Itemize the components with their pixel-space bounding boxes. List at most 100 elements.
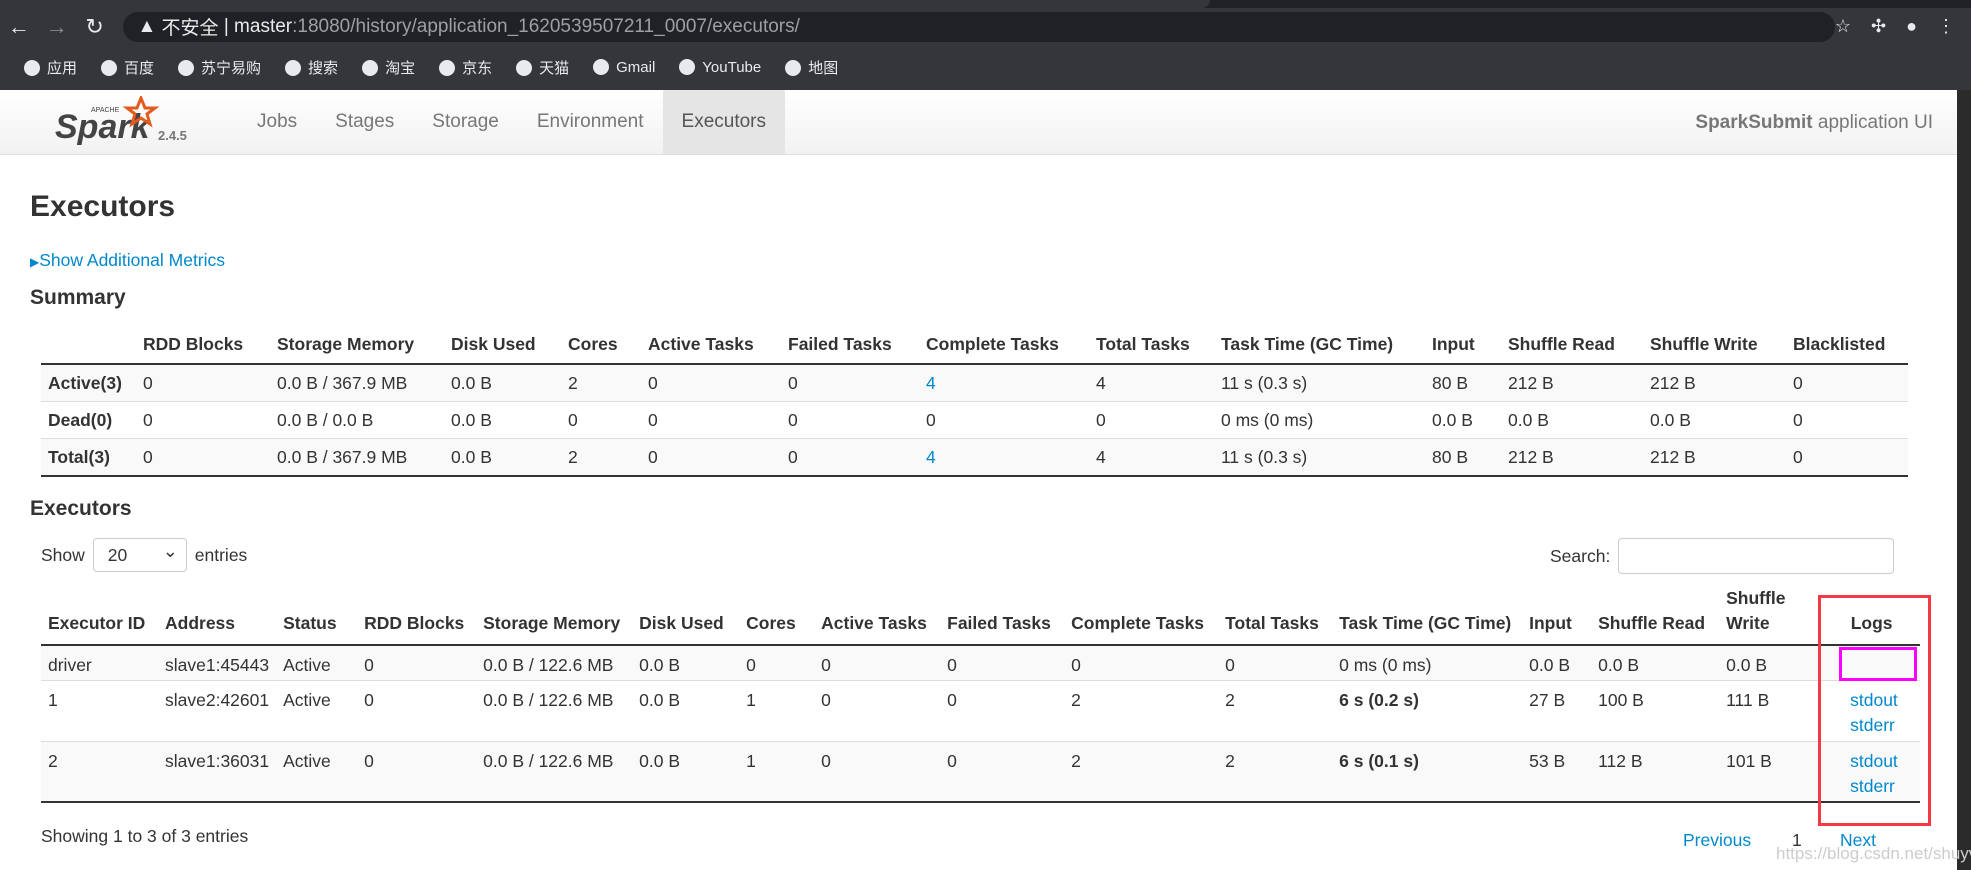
column-header[interactable]: Active Tasks (814, 586, 941, 646)
star-icon[interactable]: ☆ (1835, 16, 1851, 37)
show-additional-metrics-link[interactable]: ▶Show Additional Metrics (30, 250, 225, 271)
summary-header-row: RDD Blocks Storage Memory Disk Used Cores Ac… (41, 328, 1908, 365)
previous-button[interactable]: Previous (1683, 830, 1751, 851)
summary-heading: Summary (30, 286, 126, 309)
bookmark-icon (362, 60, 379, 76)
column-header[interactable]: Disk Used (632, 586, 740, 646)
column-header[interactable]: Failed Tasks (940, 586, 1065, 646)
bookmark-item[interactable]: 地图 (785, 57, 838, 78)
column-header[interactable]: Storage Memory (476, 586, 633, 646)
column-header[interactable]: Cores (739, 586, 815, 646)
bookmark-item[interactable]: YouTube (679, 59, 761, 76)
summary-cell: 0.0 B (1643, 401, 1786, 439)
entries-select[interactable]: 20 (92, 535, 187, 572)
column-header[interactable] (41, 328, 136, 365)
summary-row: Active(3) 0 0.0 B / 367.9 MB 0.0 B 2 0 0 4 4 11 s… (41, 364, 1908, 402)
column-header[interactable]: Complete Tasks (919, 328, 1089, 365)
executor-cell: 101 B (1719, 741, 1824, 803)
column-header[interactable]: Input (1522, 586, 1592, 646)
column-header[interactable]: Total Tasks (1089, 328, 1214, 365)
bookmark-item[interactable]: 搜索 (285, 57, 338, 78)
nav-tab-jobs[interactable]: Jobs (238, 90, 316, 154)
executor-cell: 0 (1218, 645, 1333, 681)
executor-cell: 0 (940, 645, 1065, 681)
executor-cell: 1 (739, 741, 815, 803)
executor-cell: 0 (814, 741, 941, 803)
executor-cell: 0.0 B (632, 741, 740, 803)
executor-cell: 0.0 B / 122.6 MB (476, 645, 633, 681)
column-header[interactable]: Task Time (GC Time) (1214, 328, 1425, 365)
nav-tab-storage[interactable]: Storage (413, 90, 518, 154)
summary-cell: Active(3) (41, 364, 136, 402)
executor-cell: Active (276, 645, 358, 681)
executor-cell: slave1:36031 (158, 741, 277, 803)
search-label: Search: (1550, 545, 1611, 566)
column-header[interactable]: RDD Blocks (136, 328, 270, 365)
profile-icon[interactable]: ● (1906, 16, 1917, 37)
summary-cell: 0.0 B (444, 438, 561, 477)
bookmark-icon (178, 60, 195, 76)
column-header[interactable]: Shuffle Read (1501, 328, 1643, 365)
search-input[interactable] (1618, 538, 1895, 574)
summary-cell: 80 B (1425, 364, 1501, 402)
summary-cell: 0 (641, 401, 781, 439)
summary-cell: 0 (781, 364, 919, 402)
show-label: Show (41, 544, 85, 565)
bookmark-icon (679, 59, 696, 75)
column-header[interactable]: Shuffle Read (1591, 586, 1720, 646)
nav-tab-stages[interactable]: Stages (316, 90, 413, 154)
bookmark-icon (593, 59, 610, 75)
bookmark-item[interactable]: 天猫 (516, 57, 569, 78)
summary-cell: 80 B (1425, 438, 1501, 477)
executor-cell: 2 (1218, 680, 1333, 742)
bookmark-item[interactable]: 京东 (439, 57, 492, 78)
column-header[interactable]: Failed Tasks (781, 328, 919, 365)
reload-icon[interactable]: ↻ (76, 14, 114, 40)
executor-cell: 0.0 B (632, 645, 740, 681)
column-header[interactable]: Input (1425, 328, 1501, 365)
column-header[interactable]: Task Time (GC Time) (1332, 586, 1523, 646)
column-header[interactable]: Address (158, 586, 277, 646)
column-header[interactable]: Disk Used (444, 328, 561, 365)
nav-tab-executors[interactable]: Executors (662, 90, 785, 154)
bookmark-item[interactable]: 应用 (24, 57, 77, 78)
window-edge (1957, 90, 1971, 870)
bookmark-item[interactable]: 苏宁易购 (178, 57, 261, 78)
summary-cell: 0 (781, 438, 919, 477)
column-header[interactable]: Storage Memory (270, 328, 444, 365)
summary-cell: 0 (781, 401, 919, 439)
executor-cell: 0.0 B (1719, 645, 1824, 681)
column-header[interactable]: RDD Blocks (357, 586, 477, 646)
url-input[interactable]: ▲ 不安全 | master :18080/history/applicatio… (123, 11, 1835, 42)
nav-tab-environment[interactable]: Environment (518, 90, 663, 154)
column-header[interactable]: Blacklisted (1786, 328, 1908, 365)
extensions-icon[interactable]: ✣ (1871, 16, 1886, 37)
bookmark-item[interactable]: 淘宝 (362, 57, 415, 78)
executor-cell: 0.0 B (1591, 645, 1720, 681)
menu-icon[interactable]: ⋮ (1937, 16, 1955, 37)
bookmark-item[interactable]: Gmail (593, 59, 655, 76)
summary-cell: Total(3) (41, 438, 136, 477)
summary-row: Dead(0) 0 0.0 B / 0.0 B 0.0 B000000 ms (0 m… (41, 401, 1908, 439)
executor-cell: 0 (814, 680, 941, 742)
summary-cell: 0 (1089, 401, 1214, 439)
executor-cell: 6 s (0.1 s) (1332, 741, 1523, 803)
column-header[interactable]: Executor ID (41, 586, 158, 646)
column-header[interactable]: Complete Tasks (1064, 586, 1219, 646)
search-control: Search: (1550, 538, 1895, 574)
forward-icon[interactable]: → (38, 14, 76, 40)
bookmark-item[interactable]: 百度 (101, 57, 154, 78)
column-header[interactable]: Shuffle Write (1719, 586, 1824, 646)
executor-cell: 2 (41, 741, 158, 803)
executor-row: 1 slave2:42601 Active 0 0.0 B / 122.6 MB 0.0 … (41, 680, 1921, 742)
column-header[interactable]: Status (276, 586, 358, 646)
column-header[interactable]: Active Tasks (641, 328, 781, 365)
bookmark-icon (439, 60, 456, 76)
back-icon[interactable]: ← (0, 14, 38, 40)
column-header[interactable]: Shuffle Write (1643, 328, 1786, 365)
executor-cell: 0.0 B (1522, 645, 1592, 681)
column-header[interactable]: Cores (561, 328, 641, 365)
column-header[interactable]: Total Tasks (1218, 586, 1333, 646)
executor-cell: slave2:42601 (158, 680, 277, 742)
summary-cell: 0.0 B (1501, 401, 1643, 439)
